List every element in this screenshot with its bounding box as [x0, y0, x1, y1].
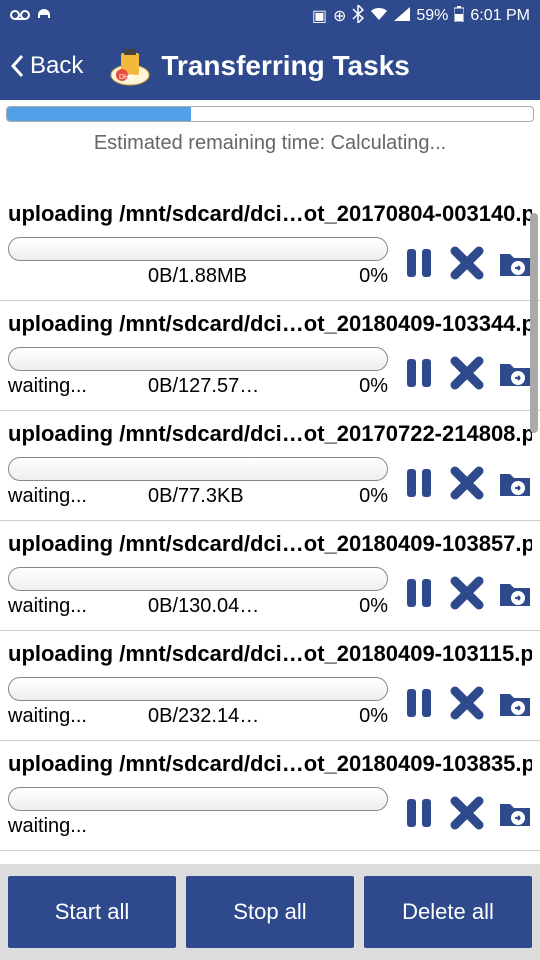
open-folder-icon[interactable]: [498, 576, 532, 610]
task-size: 0B/77.3KB: [148, 485, 338, 508]
pause-icon[interactable]: [402, 356, 436, 390]
data-icon: ⊕: [333, 6, 346, 26]
overall-progress-bar: [6, 106, 534, 122]
task-row: uploading /mnt/sdcard/dci…ot_20180409-10…: [0, 301, 540, 411]
delete-all-button[interactable]: Delete all: [364, 876, 532, 948]
task-progress-bar: [8, 677, 388, 701]
pause-icon[interactable]: [402, 796, 436, 830]
open-folder-icon[interactable]: [498, 246, 532, 280]
cancel-icon[interactable]: [450, 686, 484, 720]
pause-icon[interactable]: [402, 246, 436, 280]
cancel-icon[interactable]: [450, 796, 484, 830]
battery-icon: [454, 6, 464, 27]
task-row: uploading /mnt/sdcard/dci…ot_20170722-21…: [0, 411, 540, 521]
task-filename: uploading /mnt/sdcard/dci…ot_20180409-10…: [8, 751, 532, 777]
task-percent: 0%: [338, 265, 388, 288]
cancel-icon[interactable]: [450, 576, 484, 610]
app-icon: DHQ: [109, 45, 151, 87]
open-folder-icon[interactable]: [498, 796, 532, 830]
task-row: uploading /mnt/sdcard/dci…ot_20180409-10…: [0, 741, 540, 851]
bluetooth-icon: [352, 5, 364, 28]
status-bar: ▣ ⊕ 59% 6:01 PM: [0, 0, 540, 32]
remaining-time: Estimated remaining time: Calculating...: [6, 132, 534, 155]
task-size: [148, 815, 338, 838]
voicemail-icon: [10, 6, 30, 26]
task-progress-bar: [8, 457, 388, 481]
back-label: Back: [30, 52, 83, 80]
app-header: Back DHQ Transferring Tasks: [0, 32, 540, 100]
clock: 6:01 PM: [470, 7, 530, 25]
battery-saver-icon: ▣: [312, 6, 327, 26]
task-percent: 0%: [338, 705, 388, 728]
task-percent: [338, 815, 388, 838]
cancel-icon[interactable]: [450, 466, 484, 500]
status-left: [10, 6, 52, 27]
pause-icon[interactable]: [402, 576, 436, 610]
page-title: Transferring Tasks: [161, 50, 409, 82]
task-status: waiting...: [8, 595, 148, 618]
chevron-left-icon: [10, 54, 24, 78]
task-filename: uploading /mnt/sdcard/dci…ot_20170722-21…: [8, 421, 532, 447]
signal-icon: [394, 7, 410, 26]
back-button[interactable]: Back: [10, 52, 83, 80]
battery-pct: 59%: [416, 7, 448, 25]
task-filename: uploading /mnt/sdcard/dci…ot_20180409-10…: [8, 531, 532, 557]
task-size: 0B/130.04…: [148, 595, 338, 618]
task-filename: uploading /mnt/sdcard/dci…ot_20170804-00…: [8, 201, 532, 227]
task-filename: uploading /mnt/sdcard/dci…ot_20180409-10…: [8, 641, 532, 667]
svg-text:DHQ: DHQ: [119, 74, 135, 81]
task-status: waiting...: [8, 815, 148, 838]
overall-progress: Estimated remaining time: Calculating...: [0, 100, 540, 191]
task-status: waiting...: [8, 705, 148, 728]
task-filename: uploading /mnt/sdcard/dci…ot_20180409-10…: [8, 311, 532, 337]
task-size: 0B/232.14…: [148, 705, 338, 728]
footer-bar: Start all Stop all Delete all: [0, 864, 540, 960]
pause-icon[interactable]: [402, 686, 436, 720]
task-progress-bar: [8, 787, 388, 811]
task-size: 0B/1.88MB: [148, 265, 338, 288]
task-row: uploading /mnt/sdcard/dci…ot_20180409-10…: [0, 631, 540, 741]
task-percent: 0%: [338, 375, 388, 398]
open-folder-icon[interactable]: [498, 686, 532, 720]
task-row: uploading /mnt/sdcard/dci…ot_20180409-10…: [0, 521, 540, 631]
task-progress-bar: [8, 237, 388, 261]
task-status: [8, 265, 148, 288]
task-row: uploading /mnt/sdcard/dci…ot_20170804-00…: [0, 191, 540, 301]
stop-all-button[interactable]: Stop all: [186, 876, 354, 948]
start-all-button[interactable]: Start all: [8, 876, 176, 948]
cancel-icon[interactable]: [450, 356, 484, 390]
task-progress-bar: [8, 347, 388, 371]
task-list[interactable]: uploading /mnt/sdcard/dci…ot_20170804-00…: [0, 191, 540, 864]
overall-progress-fill: [7, 107, 191, 121]
task-size: 0B/127.57…: [148, 375, 338, 398]
task-progress-bar: [8, 567, 388, 591]
task-percent: 0%: [338, 485, 388, 508]
pause-icon[interactable]: [402, 466, 436, 500]
scrollbar[interactable]: [530, 213, 538, 433]
task-percent: 0%: [338, 595, 388, 618]
task-status: waiting...: [8, 375, 148, 398]
headset-icon: [36, 6, 52, 27]
cancel-icon[interactable]: [450, 246, 484, 280]
wifi-icon: [370, 7, 388, 26]
status-right: ▣ ⊕ 59% 6:01 PM: [312, 5, 530, 28]
open-folder-icon[interactable]: [498, 466, 532, 500]
task-status: waiting...: [8, 485, 148, 508]
open-folder-icon[interactable]: [498, 356, 532, 390]
